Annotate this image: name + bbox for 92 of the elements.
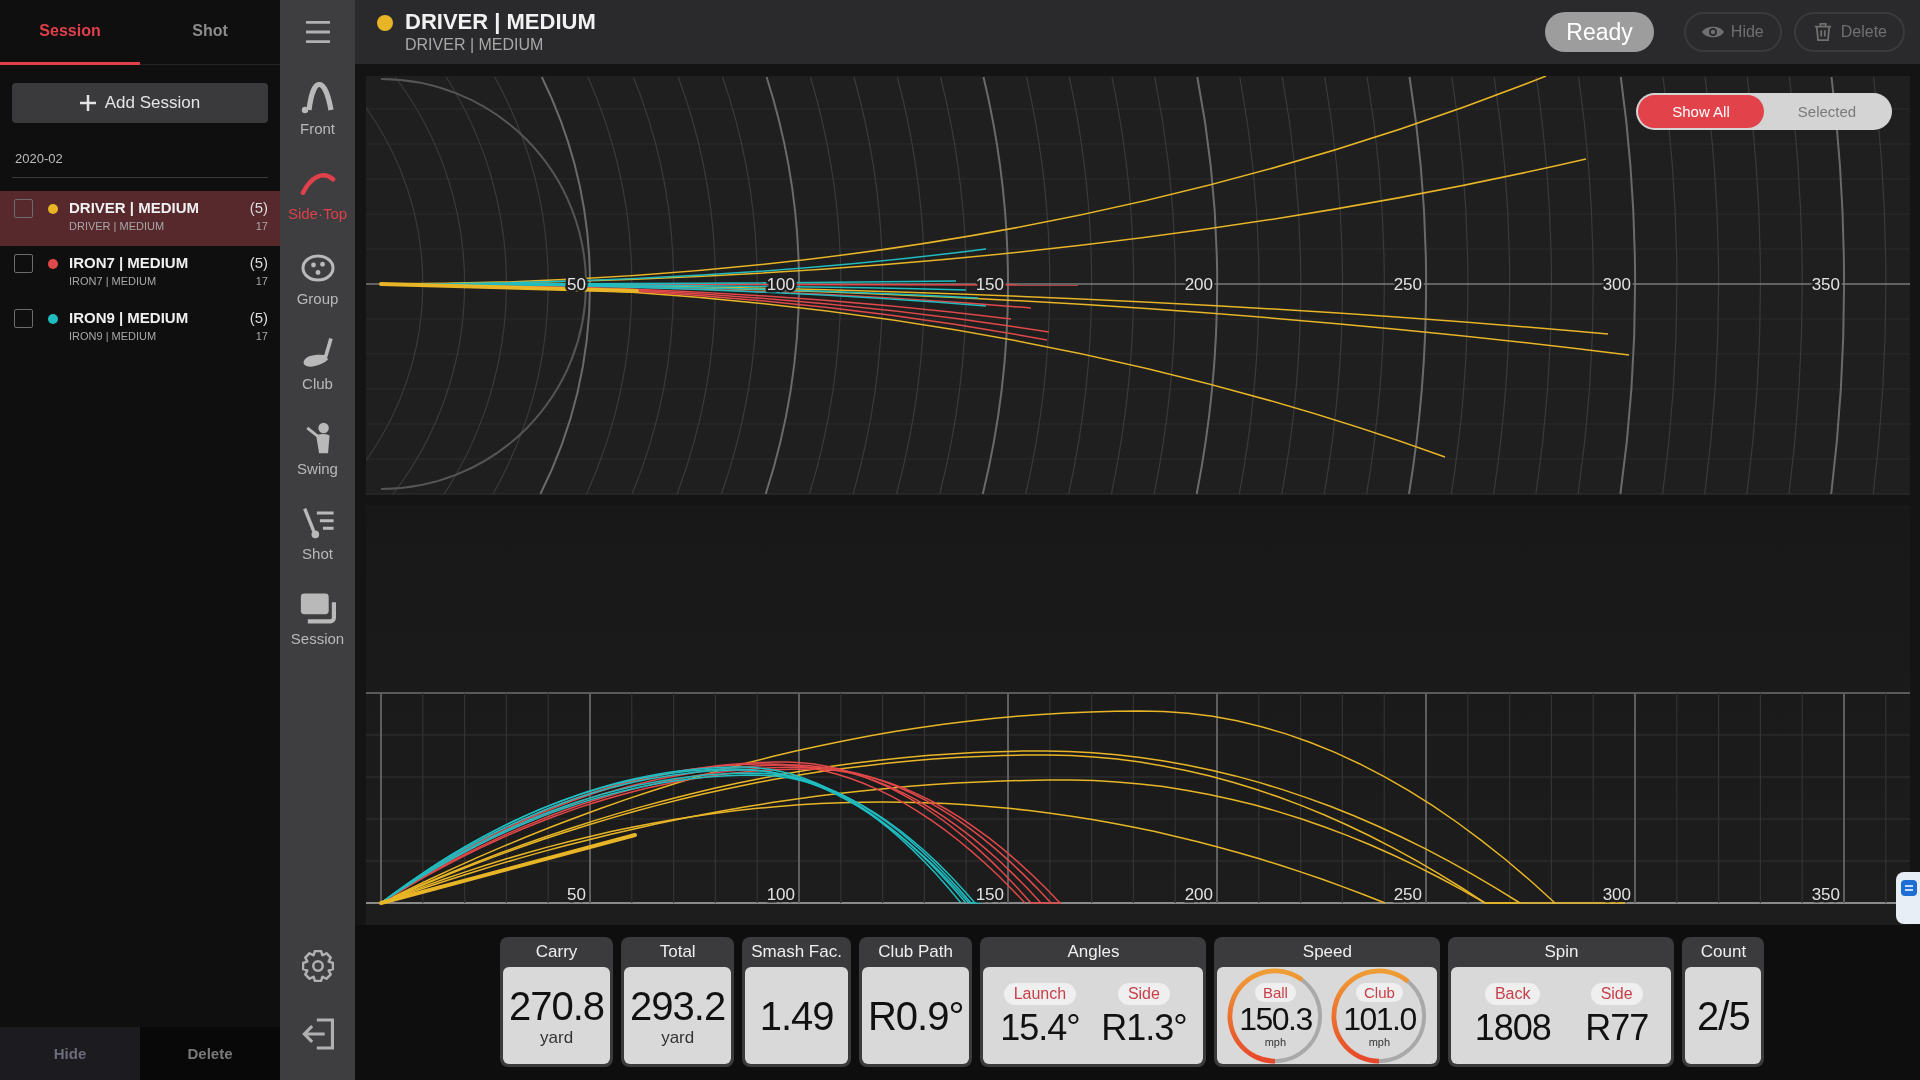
- metric-value: R77: [1585, 1006, 1649, 1049]
- session-title: DRIVER | MEDIUM: [69, 199, 201, 217]
- hide-button[interactable]: Hide: [1683, 12, 1782, 52]
- metric-value: R1.3°: [1101, 1006, 1187, 1049]
- unit-label: yard: [661, 1027, 695, 1048]
- metric-label: Carry: [534, 941, 579, 963]
- checkbox[interactable]: [14, 199, 33, 218]
- metric-value: 2/5: [1697, 993, 1750, 1038]
- logout-icon: [301, 1018, 334, 1050]
- distance-label: 250: [1393, 275, 1422, 294]
- nav-item[interactable]: Club: [280, 325, 355, 410]
- session-subtitle: DRIVER | MEDIUM: [405, 35, 545, 55]
- metric-label: Speed: [1301, 941, 1353, 963]
- arch-icon: [299, 82, 336, 114]
- unit-label: yard: [540, 1027, 574, 1048]
- shot-count: (5): [249, 199, 268, 217]
- nav-item[interactable]: Front: [280, 70, 355, 155]
- filter-option[interactable]: Show All: [1638, 95, 1764, 128]
- metric-label: Angles: [1066, 941, 1121, 963]
- metric-value: 293.2: [630, 983, 726, 1028]
- parameter-label: Side: [1590, 982, 1643, 1005]
- checkbox[interactable]: [14, 254, 33, 273]
- menu-icon: [305, 21, 330, 43]
- unit-label: mph: [1264, 1036, 1287, 1048]
- plus-icon: [79, 95, 96, 111]
- session-title: IRON9 | MEDIUM: [69, 309, 190, 327]
- distance-label: 150: [975, 885, 1004, 904]
- distance-label: 250: [1393, 885, 1422, 904]
- nav-item[interactable]: Swing: [280, 410, 355, 495]
- nav-item[interactable]: Group: [280, 240, 355, 325]
- parameter-label: Club: [1356, 983, 1403, 1002]
- metric-label: Spin: [1543, 941, 1580, 963]
- filter-option[interactable]: Selected: [1764, 95, 1890, 128]
- session-number: 17: [255, 220, 268, 233]
- distance-label: 300: [1602, 275, 1631, 294]
- nav-label: Shot: [302, 545, 333, 562]
- metric-label: Count: [1699, 941, 1748, 963]
- nav-label: Front: [300, 120, 335, 137]
- metric-value: 1808: [1474, 1006, 1551, 1049]
- parameter-label: Back: [1484, 982, 1541, 1005]
- metric-label: Smash Fac.: [750, 941, 843, 963]
- session-title: IRON7 | MEDIUM: [69, 254, 190, 272]
- distance-label: 100: [766, 885, 795, 904]
- nav-label: Side·Top: [287, 205, 348, 222]
- session-item[interactable]: DRIVER | MEDIUM DRIVER | MEDIUM (5) 17: [0, 191, 280, 246]
- nav-label: Swing: [297, 460, 338, 477]
- pull-tab-icon[interactable]: [1896, 872, 1920, 924]
- distance-label: 300: [1602, 885, 1631, 904]
- unit-label: mph: [1368, 1036, 1391, 1048]
- add-session-button[interactable]: Add Session: [12, 83, 268, 123]
- distance-label: 200: [1184, 275, 1213, 294]
- tab[interactable]: Session: [0, 0, 140, 65]
- distance-label: 200: [1184, 885, 1213, 904]
- checkbox[interactable]: [14, 309, 33, 328]
- parameter-label: Ball: [1254, 983, 1296, 1002]
- metric-label: Total: [658, 941, 697, 963]
- session-subtitle: IRON7 | MEDIUM: [69, 275, 158, 288]
- session-subtitle: DRIVER | MEDIUM: [69, 220, 166, 233]
- settings-icon: [301, 950, 334, 982]
- stacked-cards-icon: [299, 592, 336, 624]
- date-heading: 2020-02: [15, 151, 63, 166]
- session-item[interactable]: IRON7 | MEDIUM IRON7 | MEDIUM (5) 17: [0, 246, 280, 301]
- shot-count: (5): [249, 254, 268, 272]
- nav-label: Group: [296, 290, 339, 307]
- metric-value: 101.0: [1343, 1002, 1416, 1036]
- distance-label: 350: [1811, 275, 1840, 294]
- metric-label: Club Path: [877, 941, 954, 963]
- nav-item[interactable]: Shot: [280, 495, 355, 580]
- session-number: 17: [255, 275, 268, 288]
- parameter-label: Side: [1117, 982, 1170, 1005]
- delete-button[interactable]: Delete: [1793, 12, 1905, 52]
- nav-label: Session: [290, 630, 345, 647]
- metric-value: 270.8: [509, 983, 605, 1028]
- oval-dots-icon: [299, 252, 336, 284]
- distance-label: 50: [567, 885, 586, 904]
- delete-button[interactable]: Delete: [140, 1027, 280, 1080]
- nav-item[interactable]: Session: [280, 580, 355, 665]
- session-subtitle: IRON9 | MEDIUM: [69, 330, 158, 343]
- distance-label: 100: [766, 275, 795, 294]
- parameter-label: Launch: [1003, 982, 1077, 1005]
- metric-value: 1.49: [759, 993, 834, 1038]
- metric-value: 15.4°: [1000, 1006, 1080, 1049]
- metric-value: R0.9°: [867, 993, 964, 1038]
- tab[interactable]: Shot: [140, 0, 280, 65]
- session-item[interactable]: IRON9 | MEDIUM IRON9 | MEDIUM (5) 17: [0, 301, 280, 356]
- nav-label: Club: [302, 375, 333, 392]
- metric-value: 150.3: [1239, 1002, 1312, 1036]
- shot-count: (5): [249, 309, 268, 327]
- session-number: 17: [255, 330, 268, 343]
- session-title: DRIVER | MEDIUM: [405, 9, 596, 35]
- status-indicator: Ready: [1545, 12, 1654, 52]
- distance-label: 350: [1811, 885, 1840, 904]
